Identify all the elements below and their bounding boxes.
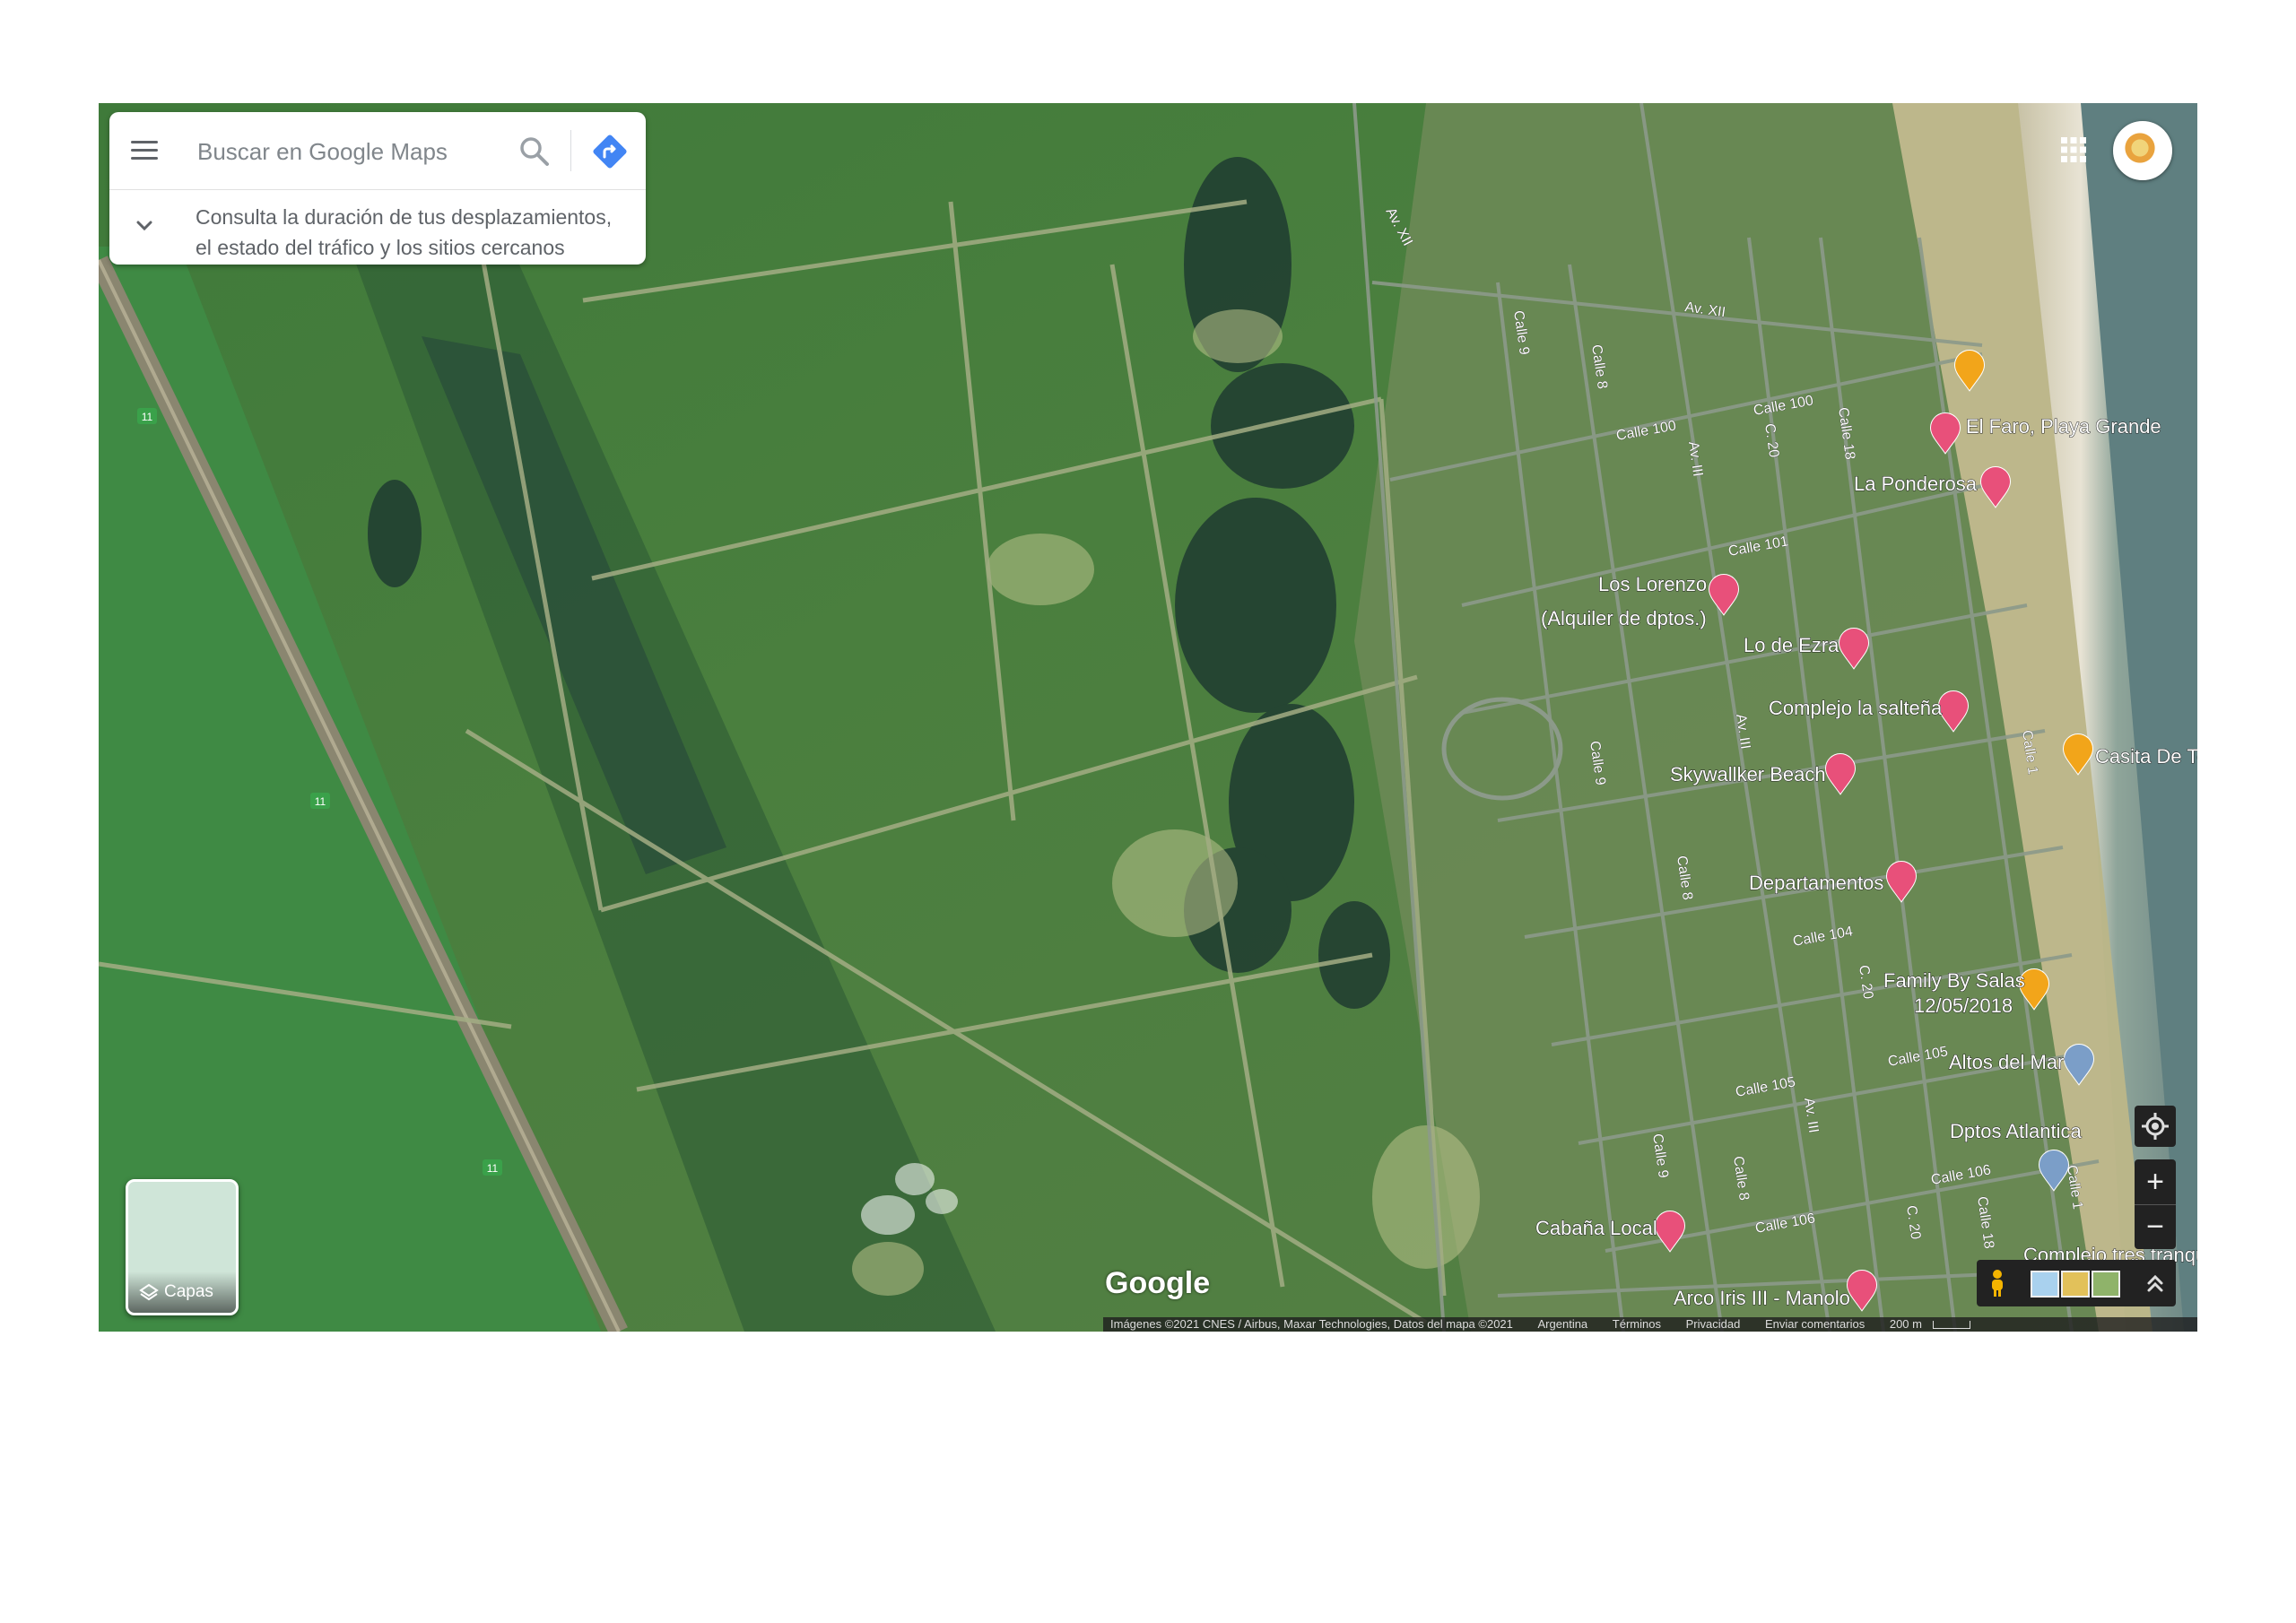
feedback-link[interactable]: Enviar comentarios [1765,1317,1865,1331]
layers-button[interactable]: Capas [126,1179,239,1315]
place-label: Lo de Ezra [1744,634,1839,656]
directions-icon[interactable] [590,132,630,171]
place-label: Skywallker Beach [1670,763,1826,785]
commute-hint-text: Consulta la duración de tus desplazamien… [196,205,613,259]
place-label: Altos del Mar [1949,1051,2064,1073]
imagery-thumb-terrain[interactable] [2061,1271,2090,1298]
place-label: El Faro, Playa Grande [1966,415,2161,438]
place-label: Dptos Atlantica [1950,1120,2083,1142]
map-tools-strip [1977,1260,2176,1306]
scale-bar [1932,1321,1970,1330]
place-label: La Ponderosa [1854,473,1978,495]
account-avatar[interactable] [2113,121,2172,180]
zoom-in-button[interactable]: + [2135,1159,2176,1205]
chevron-up-icon[interactable] [2144,1271,2167,1296]
chevron-down-icon[interactable] [135,216,154,236]
place-label-line2: 12/05/2018 [1914,994,2013,1017]
search-icon[interactable] [517,134,552,169]
place-label: Arco Iris III - Manolo [1674,1287,1850,1309]
privacy-link[interactable]: Privacidad [1686,1317,1741,1331]
divider [570,130,571,171]
place-label: Complejo la salteña [1769,697,1943,719]
google-logo: Google [1105,1266,1211,1300]
search-input[interactable] [196,130,504,173]
apps-grid-icon[interactable] [2054,130,2093,169]
menu-icon[interactable] [131,137,158,164]
crosshair-icon [2142,1113,2169,1140]
commute-hint[interactable]: Consulta la duración de tus desplazamien… [109,189,646,265]
route-shield-label: 11 [315,795,326,808]
zoom-out-button[interactable]: − [2135,1204,2176,1249]
map-footer: Imágenes ©2021 CNES / Airbus, Maxar Tech… [1103,1317,2197,1332]
route-shield-label: 11 [487,1162,499,1175]
imagery-thumb-map[interactable] [2031,1271,2059,1298]
satellite-map[interactable]: 11 11 11 Av. XII Av. XII Calle 9 Calle 8… [99,103,2197,1332]
my-location-button[interactable] [2135,1106,2176,1147]
pegman-icon[interactable] [1987,1269,2007,1298]
place-label-line2: (Alquiler de dptos.) [1541,607,1707,629]
place-label: Los Lorenzo [1598,573,1707,595]
imagery-thumb-satellite[interactable] [2092,1271,2120,1298]
imagery-credit: Imágenes ©2021 CNES / Airbus, Maxar Tech… [1110,1317,1513,1331]
place-label: Family By Salas [1883,969,2025,992]
country-link[interactable]: Argentina [1538,1317,1588,1331]
zoom-control: + − [2135,1159,2176,1249]
place-label: Departamentos [1749,872,1883,894]
place-label: Casita De Te [2095,745,2197,768]
layers-label: Capas [164,1282,213,1301]
terms-link[interactable]: Términos [1613,1317,1661,1331]
layers-icon [139,1283,159,1301]
route-shield-label: 11 [142,411,153,423]
map-canvas[interactable]: 11 11 11 Av. XII Av. XII Calle 9 Calle 8… [99,103,2197,1332]
search-bar [109,112,646,190]
scale-label[interactable]: 200 m [1890,1317,1922,1331]
search-panel: Consulta la duración de tus desplazamien… [109,112,646,265]
place-label: Cabaña Local [1535,1217,1657,1239]
